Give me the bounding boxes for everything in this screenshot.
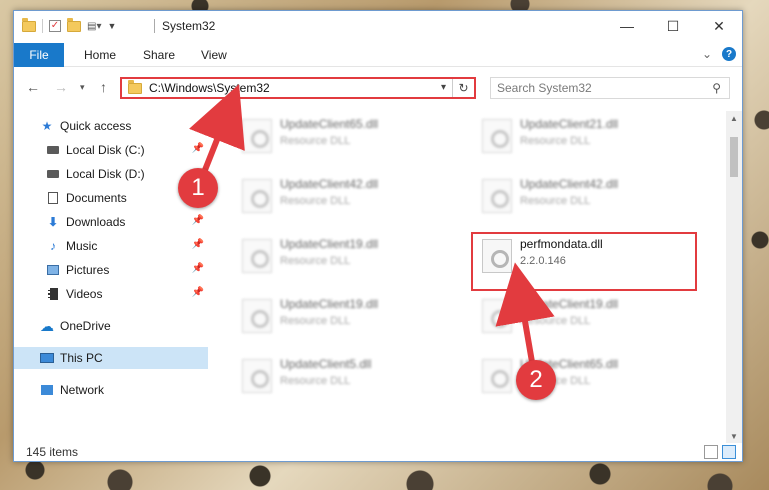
- step-2-badge: 2: [516, 360, 556, 400]
- dll-file-icon: [242, 359, 272, 393]
- sidebar-item-videos[interactable]: Videos 📌: [14, 283, 208, 305]
- dll-file-icon: [482, 179, 512, 213]
- back-arrow-icon[interactable]: ←: [26, 79, 40, 95]
- pin-icon: 📌: [191, 143, 204, 154]
- vertical-scrollbar[interactable]: ▲ ▼: [726, 111, 742, 443]
- recent-locations-icon[interactable]: ▾: [80, 82, 85, 93]
- sidebar-item-pictures[interactable]: Pictures 📌: [14, 259, 208, 281]
- cloud-icon: ☁: [40, 317, 54, 334]
- dll-file-icon: [242, 239, 272, 273]
- tab-view[interactable]: View: [201, 43, 227, 67]
- star-icon: ★: [41, 119, 53, 133]
- folder-icon: [128, 79, 142, 94]
- minimize-button[interactable]: —: [604, 11, 650, 41]
- title-bar: ✓ ▤▾ ▼ System32 — ☐ ✕: [14, 11, 742, 41]
- explorer-window: ✓ ▤▾ ▼ System32 — ☐ ✕ File Home Share Vi…: [13, 10, 743, 462]
- search-input[interactable]: Search System32 ⚲: [490, 77, 730, 99]
- sidebar-item-local-disk-c[interactable]: Local Disk (C:) 📌: [14, 139, 208, 161]
- pictures-icon: [46, 263, 60, 277]
- music-icon: ♪: [50, 239, 56, 253]
- dll-file-icon: [482, 119, 512, 153]
- folder-icon: [22, 17, 36, 32]
- large-icons-view-icon[interactable]: [722, 445, 736, 459]
- search-placeholder: Search System32: [497, 81, 592, 95]
- tab-file[interactable]: File: [14, 43, 64, 67]
- file-item[interactable]: UpdateClient65.dll Resource DLL: [474, 353, 694, 397]
- file-item[interactable]: UpdateClient42.dll Resource DLL: [234, 173, 454, 217]
- pin-icon: 📌: [191, 239, 204, 250]
- properties-icon[interactable]: ✓: [49, 20, 61, 32]
- dll-file-icon: [482, 359, 512, 393]
- tab-home[interactable]: Home: [84, 43, 116, 67]
- customize-icon[interactable]: ▤▾: [87, 21, 101, 32]
- file-item[interactable]: UpdateClient42.dll Resource DLL: [474, 173, 694, 217]
- address-path[interactable]: C:\Windows\System32: [149, 81, 270, 95]
- new-folder-icon[interactable]: [67, 17, 81, 32]
- tab-share[interactable]: Share: [143, 43, 175, 67]
- caption-buttons: — ☐ ✕: [604, 11, 742, 41]
- up-arrow-icon[interactable]: ↑: [100, 79, 107, 95]
- file-item[interactable]: UpdateClient21.dll Resource DLL: [474, 113, 694, 157]
- drive-icon: [46, 167, 60, 181]
- file-item[interactable]: UpdateClient19.dll Resource DLL: [234, 233, 454, 277]
- navigation-bar: ← → ▾ ↑ C:\Windows\System32 ▾ ↻ Search S…: [14, 68, 742, 108]
- sidebar-item-onedrive[interactable]: ☁ OneDrive: [14, 315, 208, 337]
- close-button[interactable]: ✕: [696, 11, 742, 41]
- sidebar-item-downloads[interactable]: ⬇ Downloads 📌: [14, 211, 208, 233]
- maximize-button[interactable]: ☐: [650, 11, 696, 41]
- scroll-up-icon[interactable]: ▲: [726, 111, 742, 125]
- dll-file-icon: [482, 299, 512, 333]
- quick-access-toolbar: ✓ ▤▾ ▼: [22, 17, 116, 33]
- pin-icon: 📌: [191, 215, 204, 226]
- file-item[interactable]: UpdateClient19.dll Resource DLL: [474, 293, 694, 337]
- address-bar[interactable]: C:\Windows\System32 ▾ ↻: [120, 77, 476, 99]
- pin-icon: 📌: [191, 263, 204, 274]
- network-icon: [40, 383, 54, 397]
- dropdown-arrow-icon[interactable]: ▼: [107, 21, 116, 31]
- chevron-down-icon[interactable]: ▾: [441, 82, 446, 93]
- refresh-icon[interactable]: ↻: [452, 79, 474, 97]
- file-item[interactable]: UpdateClient19.dll Resource DLL: [234, 293, 454, 337]
- expand-ribbon-icon[interactable]: ⌄: [702, 47, 712, 61]
- dll-file-icon: [242, 119, 272, 153]
- window-title: System32: [162, 19, 216, 33]
- videos-icon: [46, 287, 60, 301]
- drive-icon: [46, 143, 60, 157]
- dll-file-icon: [242, 299, 272, 333]
- file-item[interactable]: UpdateClient65.dll Resource DLL: [234, 113, 454, 157]
- sidebar-item-network[interactable]: Network: [14, 379, 208, 401]
- help-icon[interactable]: ?: [722, 47, 736, 61]
- search-icon[interactable]: ⚲: [712, 81, 721, 95]
- dll-file-icon: [242, 179, 272, 213]
- file-item[interactable]: UpdateClient5.dll Resource DLL: [234, 353, 454, 397]
- step-1-badge: 1: [178, 168, 218, 208]
- computer-icon: [40, 351, 54, 365]
- file-highlight-box: [471, 232, 697, 291]
- forward-arrow-icon[interactable]: →: [54, 79, 68, 95]
- sidebar-item-music[interactable]: ♪ Music 📌: [14, 235, 208, 257]
- status-bar: 145 items: [14, 441, 742, 463]
- ribbon: File Home Share View ⌄ ?: [14, 41, 742, 67]
- download-icon: ⬇: [47, 215, 59, 229]
- item-count: 145 items: [26, 445, 79, 459]
- documents-icon: [46, 191, 60, 205]
- scroll-thumb[interactable]: [730, 137, 738, 177]
- navigation-pane: ★ Quick access Local Disk (C:) 📌 Local D…: [14, 111, 208, 441]
- sidebar-item-this-pc[interactable]: This PC: [14, 347, 208, 369]
- sidebar-item-quick-access[interactable]: ★ Quick access: [14, 115, 208, 137]
- pin-icon: 📌: [191, 287, 204, 298]
- details-view-icon[interactable]: [704, 445, 718, 459]
